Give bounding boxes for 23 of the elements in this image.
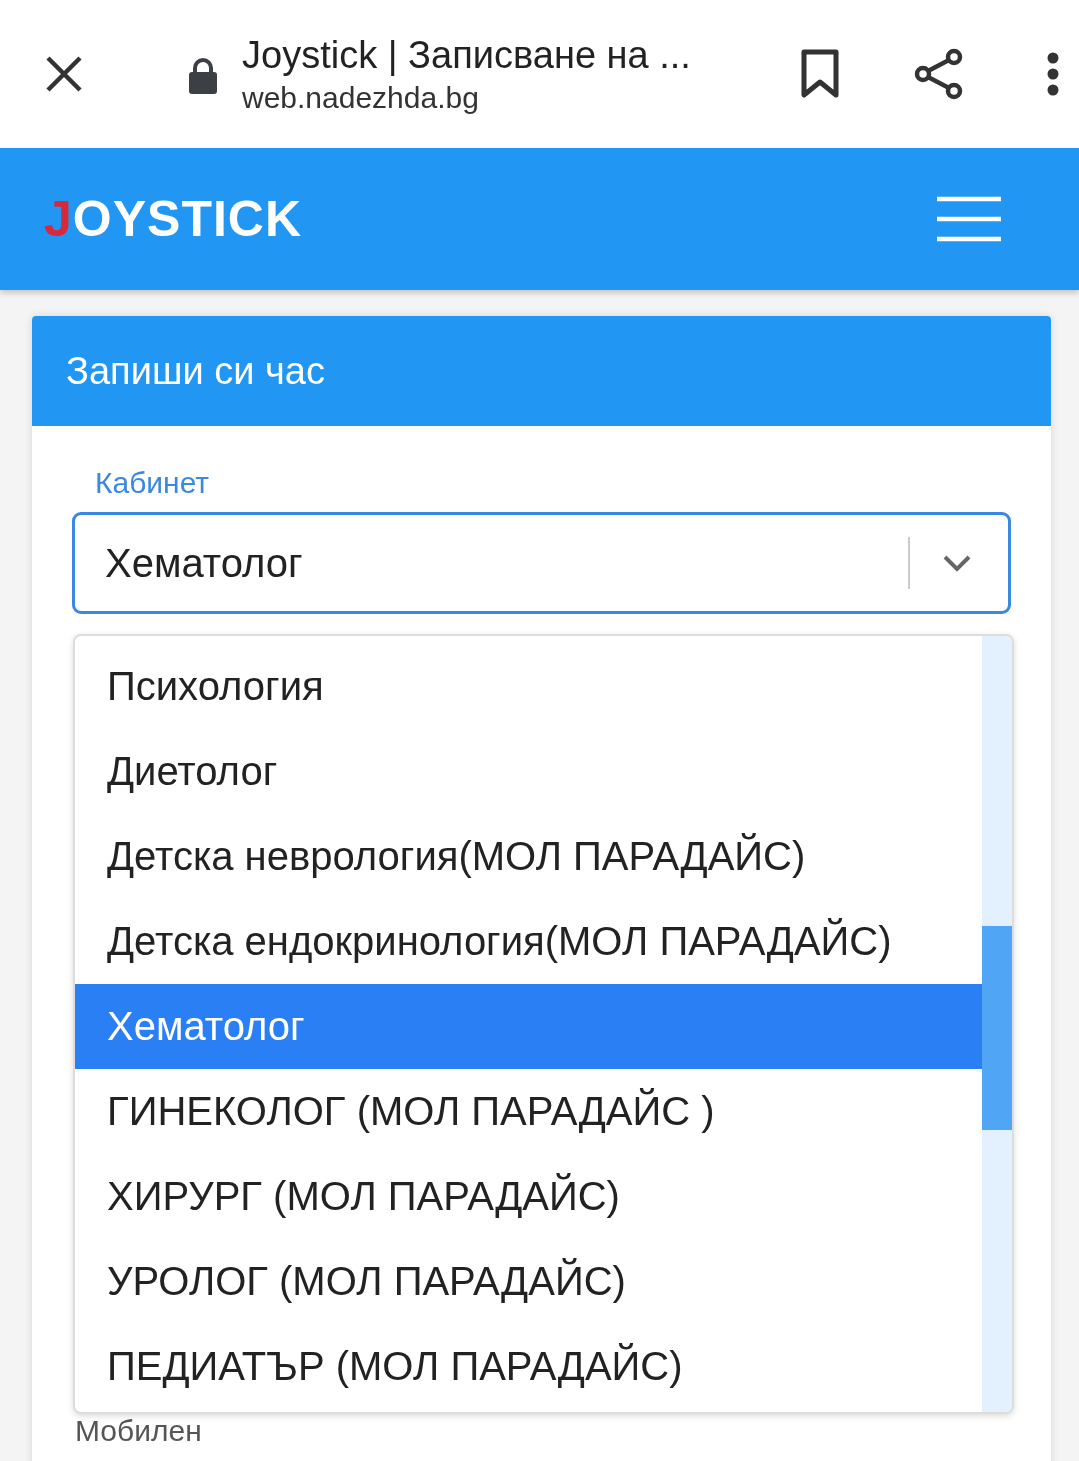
dropdown-option[interactable]: ХИРУРГ (МОЛ ПАРАДАЙС) [75, 1154, 982, 1239]
dropdown-option[interactable]: Хематолог [75, 984, 982, 1069]
dropdown-option[interactable]: УРОЛОГ (МОЛ ПАРАДАЙС) [75, 1239, 982, 1324]
card-title: Запиши си час [66, 349, 325, 393]
field-label: Кабинет [95, 466, 211, 501]
dropdown-option[interactable]: Детска неврология(МОЛ ПАРАДАЙС) [75, 814, 982, 899]
dropdown-option[interactable]: Психология [75, 644, 982, 729]
lock-icon [188, 57, 218, 95]
dropdown-option[interactable]: Детска ендокринология(МОЛ ПАРАДАЙС) [75, 899, 982, 984]
page-url: web.nadezhda.bg [242, 80, 480, 115]
share-icon[interactable] [914, 48, 964, 100]
dropdown-option[interactable]: ГИНЕКОЛОГ (МОЛ ПАРАДАЙС ) [75, 1069, 982, 1154]
dropdown-option[interactable]: ПЕДИАТЪР (МОЛ ПАРАДАЙС) [75, 1324, 982, 1409]
scrollbar[interactable] [982, 636, 1012, 1412]
page-title: Joystick | Записване на ... [242, 33, 692, 77]
bookmark-icon[interactable] [800, 49, 840, 99]
close-icon[interactable] [44, 54, 84, 94]
select-field[interactable]: Хематолог [72, 512, 1011, 614]
field-label: Мобилен [75, 1414, 203, 1448]
menu-icon[interactable] [937, 196, 1001, 242]
chevron-down-icon [942, 554, 972, 572]
more-icon[interactable] [1047, 52, 1059, 96]
dropdown-option[interactable]: Диетолог [75, 729, 982, 814]
